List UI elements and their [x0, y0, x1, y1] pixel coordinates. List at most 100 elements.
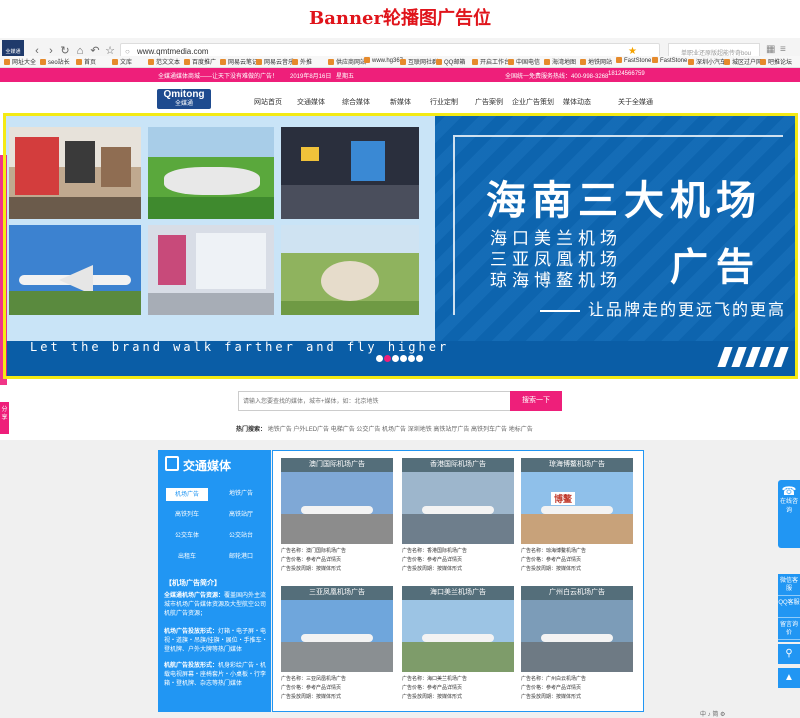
bookmark-item[interactable]: 中国电信 [508, 57, 540, 66]
carousel-dot[interactable] [416, 355, 423, 362]
card-image[interactable] [281, 600, 393, 672]
qq-button[interactable]: QQ客服 [778, 596, 800, 618]
intro-item-label: 机航广告投放形式： [164, 663, 219, 669]
card-image[interactable] [402, 472, 514, 544]
category-item[interactable]: 机场广告 [166, 488, 208, 501]
online-consult-button[interactable]: ☎ 在线咨询 [778, 480, 800, 548]
bookmark-item[interactable]: seo站长 [40, 57, 70, 66]
media-card[interactable]: 三亚凤凰机场广告 广告名称：三亚凤凰机场广告 广告价格：参考产品详情页 广告投放周期：… [281, 586, 393, 706]
search-button[interactable]: 搜索一下 [510, 391, 562, 411]
card-info: 广告名称：海口美兰机场广告 广告价格：参考产品详情页 广告投放周期：按媒体形式 [402, 675, 467, 702]
wechat-button[interactable]: 微信客服 [778, 574, 800, 596]
card-info: 广告名称：广州白云机场广告 广告价格：参考产品详情页 广告投放周期：按媒体形式 [521, 675, 586, 702]
back-to-top-icon[interactable]: ▲ [778, 668, 800, 688]
card-info: 广告名称：澳门国际机场广告 广告价格：参考产品详情页 广告投放周期：按媒体形式 [281, 547, 346, 574]
media-card[interactable]: 琼海博鳌机场广告 博鳌 广告名称：琼海博鳌机场广告 广告价格：参考产品详情页 广告投放周… [521, 458, 633, 578]
media-card[interactable]: 海口美兰机场广告 广告名称：海口美兰机场广告 广告价格：参考产品详情页 广告投放周期：… [402, 586, 514, 706]
banner-headline: 海南三大机场 [486, 178, 762, 224]
banner-slogan-cn: 让品牌走的更远飞的更高 [540, 296, 786, 320]
message-button[interactable]: 留言询价 [778, 618, 800, 640]
banner-photo-plane [9, 225, 141, 315]
search-float-icon[interactable]: ⚲ [778, 644, 800, 664]
carousel-dot[interactable] [400, 355, 407, 362]
bookmark-item[interactable]: 吧推论坛 [760, 57, 792, 66]
banner-airport-line: 三亚凤凰机场 [490, 250, 622, 269]
category-item[interactable]: 出租车 [166, 551, 208, 564]
category-item[interactable]: 高铁站厅 [220, 509, 262, 522]
main-nav: 网站首页 交通媒体 综合媒体 新媒体 行业定制 广告案例 企业广告策划 媒体动态 关于全媒通 [245, 97, 653, 109]
bookmark-item[interactable]: 文库 [112, 57, 132, 66]
card-info: 广告名称：香港国际机场广告 广告价格：参考产品详情页 广告投放周期：按媒体形式 [402, 547, 467, 574]
bookmark-item[interactable]: 网易云音乐 [256, 57, 294, 66]
card-title: 琼海博鳌机场广告 [521, 458, 633, 472]
nav-item[interactable]: 媒体动态 [563, 97, 591, 107]
topbar-slogan: 全媒通媒体商城——让天下没有难做的广告！ [158, 74, 279, 80]
bookmark-item[interactable]: QQ邮箱 [436, 57, 465, 66]
bookmark-item[interactable]: FastStone [616, 57, 651, 64]
bookmark-item[interactable]: 首页 [76, 57, 96, 66]
nav-item[interactable]: 关于全媒通 [618, 97, 653, 107]
nav-item[interactable]: 网站首页 [254, 97, 282, 107]
card-info-form: 广告投放周期：按媒体形式 [402, 566, 463, 572]
carousel-dot[interactable] [376, 355, 383, 362]
intro-item: 全媒通机场广告资源：覆盖国内外主流城市机场广告媒体资源及大型航空公司机航广告资源… [164, 592, 268, 619]
share-tab[interactable]: 分享 [0, 402, 9, 434]
banner-airports: 海口美兰机场 三亚凤凰机场 琼海博鳌机场 [490, 228, 622, 291]
card-title: 三亚凤凰机场广告 [281, 586, 393, 600]
topbar-hotline: 全国统一免费服务热线：400-998-3268 [505, 74, 609, 80]
card-title: 香港国际机场广告 [402, 458, 514, 472]
bookmark-item[interactable]: 互联网社群 [400, 57, 438, 66]
bookmark-item[interactable]: 网易云笔记 [220, 57, 258, 66]
card-info-price: 广告价格：参考产品详情页 [521, 557, 582, 563]
bookmark-item[interactable]: FastStone [652, 57, 687, 64]
menu-icon[interactable]: ≡ [780, 44, 786, 55]
card-info-name: 广告名称：琼海博鳌机场广告 [521, 548, 587, 554]
category-item[interactable]: 邮轮港口 [220, 551, 262, 564]
nav-item[interactable]: 行业定制 [430, 97, 458, 107]
hot-terms[interactable]: 地铁广告 户外LED广告 电梯广告 公交广告 机场广告 深圳地铁 高铁站厅广告 … [268, 427, 533, 433]
intro-title: 【机场广告简介】 [165, 580, 221, 587]
bookmark-item[interactable]: 海湾地图 [544, 57, 576, 66]
bookmark-item[interactable]: 外推 [292, 57, 312, 66]
card-image[interactable]: 博鳌 [521, 472, 633, 544]
card-info-price: 广告价格：参考产品详情页 [281, 557, 342, 563]
category-item[interactable]: 公交站台 [220, 530, 262, 543]
banner-photo-hall [281, 127, 419, 219]
search-input[interactable] [243, 395, 503, 408]
bookmark-item[interactable]: 地铁网站 [580, 57, 612, 66]
topbar-date: 2019年8月16日 [290, 74, 332, 80]
bookmark-item[interactable]: 城区过户网 [724, 57, 762, 66]
card-image[interactable] [402, 600, 514, 672]
card-title: 澳门国际机场广告 [281, 458, 393, 472]
category-item[interactable]: 公交车体 [166, 530, 208, 543]
carousel-dot[interactable] [384, 355, 391, 362]
nav-item[interactable]: 综合媒体 [342, 97, 370, 107]
nav-item[interactable]: 广告案例 [475, 97, 503, 107]
media-card[interactable]: 香港国际机场广告广告名称：香港国际机场广告 广告价格：参考产品详情页 广告投放周期：… [402, 458, 514, 578]
card-image[interactable] [281, 472, 393, 544]
bookmark-item[interactable]: www.hg367 [364, 57, 403, 64]
media-card[interactable]: 澳门国际机场广告广告名称：澳门国际机场广告 广告价格：参考产品详情页 广告投放周期：… [281, 458, 393, 578]
bookmark-item[interactable]: 深圳小汽车 [688, 57, 726, 66]
bookmark-item[interactable]: 网址大全 [4, 57, 36, 66]
bookmark-item[interactable]: 开启工作台 [472, 57, 510, 66]
media-card[interactable]: 广州白云机场广告 广告名称：广州白云机场广告 广告价格：参考产品详情页 广告投放周期：… [521, 586, 633, 706]
system-tray: 中 ♪ 简 ⚙ [700, 712, 726, 718]
nav-item[interactable]: 新媒体 [390, 97, 411, 107]
card-image[interactable] [521, 600, 633, 672]
extensions-icon[interactable]: ▦ [766, 44, 775, 55]
card-info-price: 广告价格：参考产品详情页 [402, 557, 463, 563]
nav-item[interactable]: 企业广告策划 [512, 97, 554, 107]
carousel-dot[interactable] [408, 355, 415, 362]
nav-item[interactable]: 交通媒体 [297, 97, 325, 107]
category-item[interactable]: 地铁广告 [220, 488, 262, 501]
bookmark-item[interactable]: 供应商网站 [328, 57, 366, 66]
carousel-dot[interactable] [392, 355, 399, 362]
bookmark-item[interactable]: 范文文本 [148, 57, 180, 66]
site-logo[interactable]: Qmitong 全媒通 [157, 89, 211, 109]
logo-sub: 全媒通 [174, 101, 193, 107]
category-item[interactable]: 高铁列车 [166, 509, 208, 522]
page-icon: ○ [125, 47, 130, 56]
bookmark-item[interactable]: 百度推广 [184, 57, 216, 66]
hot-searches: 热门搜索： 地铁广告 户外LED广告 电梯广告 公交广告 机场广告 深圳地铁 高… [236, 424, 533, 433]
